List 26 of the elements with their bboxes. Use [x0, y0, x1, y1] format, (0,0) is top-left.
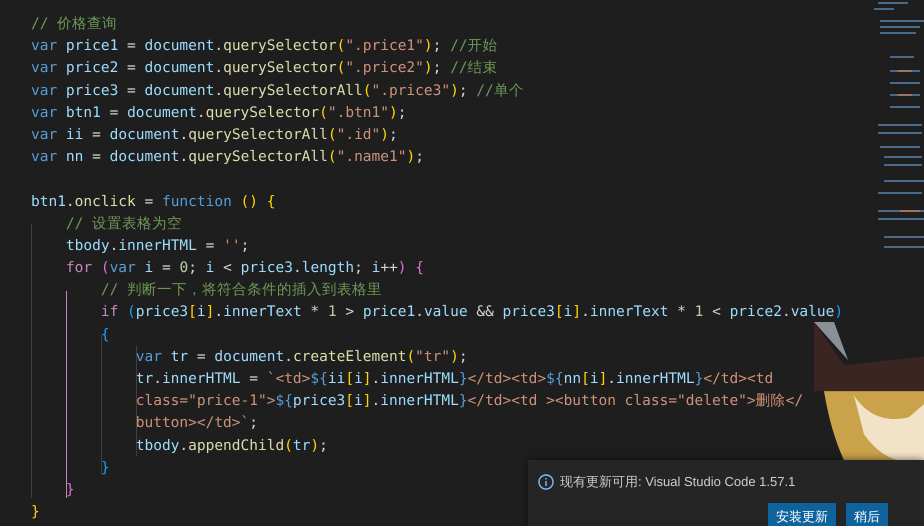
code-line: var price1 = document.querySelector(".price1"); //开始 [31, 37, 498, 56]
notification-button[interactable]: 稍后 [846, 503, 888, 526]
code-line: var price2 = document.querySelector(".price2"); //结束 [31, 59, 498, 78]
notification-message: 现有更新可用: Visual Studio Code 1.57.1 [560, 473, 796, 491]
code-line: tbody.innerHTML = ''; [64, 236, 250, 256]
info-icon [538, 474, 554, 490]
code-line: class="price-1">${price3[i].innerHTML}</td><td ><button class="delete">删除</ [134, 392, 804, 412]
notification-button[interactable]: 安装更新 [768, 503, 836, 526]
code-line: // 价格查询 [31, 15, 118, 34]
code-line: var price3 = document.querySelectorAll(".price3"); //单个 [31, 82, 524, 101]
code-line: button></td>`; [134, 414, 258, 434]
code-line: var btn1 = document.querySelector(".btn1"); [31, 104, 406, 123]
code-line: var ii = document.querySelectorAll(".id"); [31, 126, 398, 145]
code-line: } [31, 503, 40, 522]
code-line: // 设置表格为空 [64, 214, 182, 234]
code-line: if (price3[i].innerText * 1 > price1.value && price3[i].innerText * 1 < price2.value) [100, 303, 844, 322]
code-line: } [64, 480, 75, 500]
code-line: tr.innerHTML = `<td>${ii[i].innerHTML}</td><td>${nn[i].innerHTML}</td><td [134, 370, 774, 389]
code-line: var tr = document.createElement("tr"); [134, 348, 468, 367]
code-line: { [100, 326, 110, 345]
code-line: var nn = document.querySelectorAll(".name1"); [31, 148, 424, 168]
code-line: for (var i = 0; i < price3.length; i++) { [64, 259, 424, 278]
code-line: tbody.appendChild(tr); [134, 436, 328, 456]
code-line: btn1.onclick = function () { [31, 192, 276, 212]
code-line: // 判断一下，将符合条件的插入到表格里 [100, 281, 382, 300]
code-line: } [100, 458, 110, 478]
